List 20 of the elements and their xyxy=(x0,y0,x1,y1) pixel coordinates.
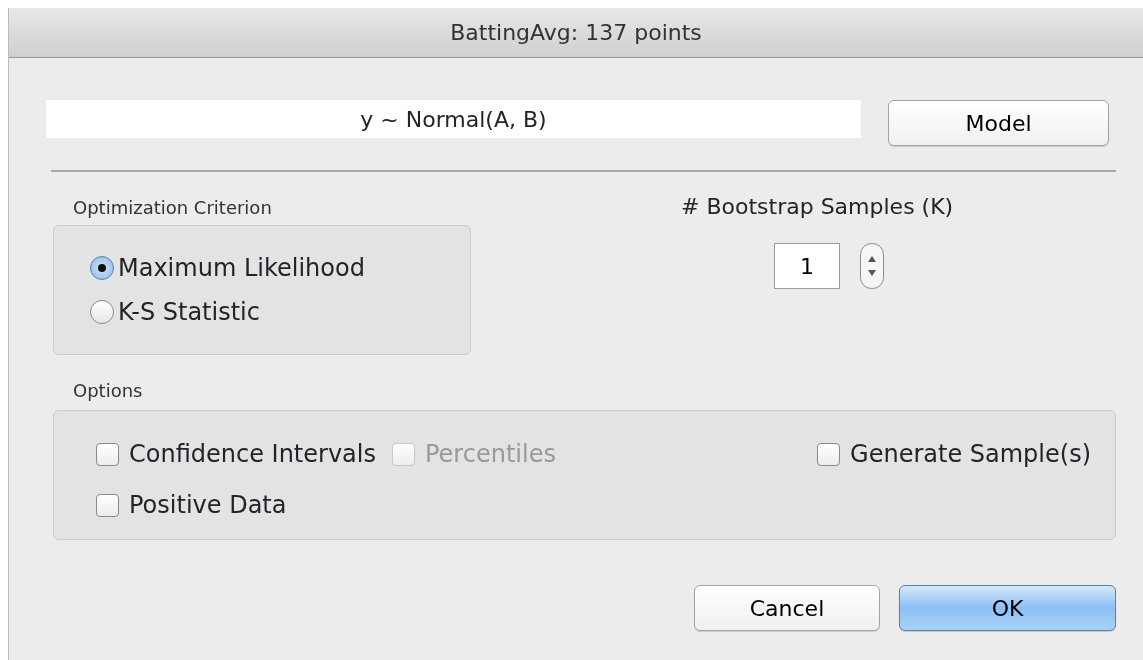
checkbox[interactable] xyxy=(96,442,119,466)
radio-button[interactable] xyxy=(90,256,114,280)
group-label: Options xyxy=(73,379,144,403)
checkbox-label[interactable]: Positive Data xyxy=(129,487,287,523)
stepper-control[interactable] xyxy=(860,243,885,289)
samples-field[interactable]: 1 xyxy=(774,243,841,289)
bootstrap-label: # Bootstrap Samples (K) xyxy=(681,193,954,221)
radio-button[interactable] xyxy=(90,300,114,324)
radio-label[interactable]: Maximum Likelihood xyxy=(118,250,365,286)
window-title: BattingAvg: 137 points xyxy=(450,19,702,47)
model-button[interactable]: Model xyxy=(888,100,1109,146)
group-label: Optimization Criterion xyxy=(73,196,273,220)
checkbox-label[interactable]: Confidence Intervals xyxy=(129,436,376,472)
radio-label[interactable]: K-S Statistic xyxy=(118,294,260,330)
default-button[interactable]: OK xyxy=(899,585,1116,631)
checkbox[interactable] xyxy=(817,442,841,466)
dialog-button[interactable]: Cancel xyxy=(694,585,880,631)
checkbox[interactable] xyxy=(96,493,119,517)
checkbox-label[interactable]: Generate Sample(s) xyxy=(850,436,1091,472)
formula-field[interactable]: y ~ Normal(A, B) xyxy=(46,100,861,138)
